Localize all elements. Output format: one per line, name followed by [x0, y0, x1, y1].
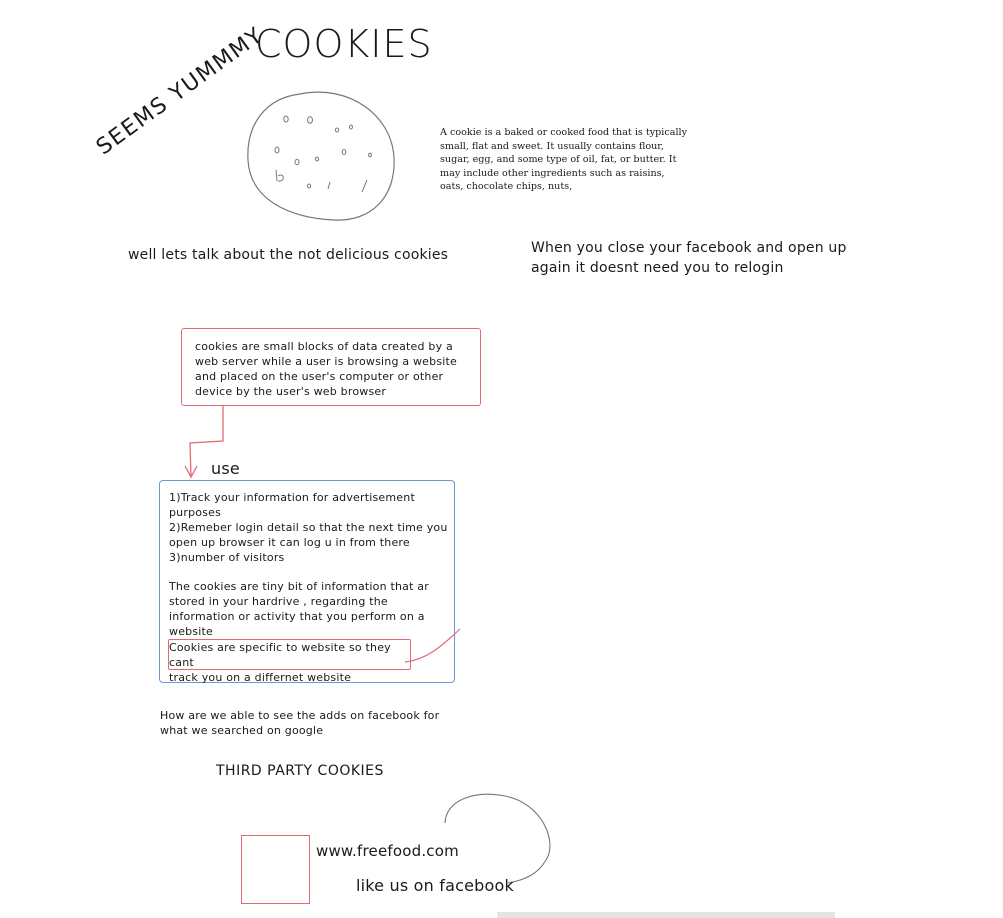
sketch-arc	[444, 793, 551, 884]
definition-text: cookies are small blocks of data created…	[195, 340, 457, 398]
third-party-heading: THIRD PARTY COOKIES	[216, 763, 384, 779]
page-title: COOKIES	[255, 22, 433, 66]
uses-line: 1)Track your information for advertiseme…	[169, 491, 415, 504]
tiny-info-line: information or activity that you perform…	[169, 610, 425, 623]
uses-line: 3)number of visitors	[169, 551, 285, 564]
tiny-info: The cookies are tiny bit of information …	[169, 579, 454, 639]
uses-line: purposes	[169, 506, 222, 519]
ads-question-line: what we searched on google	[160, 724, 324, 737]
tiny-info-line: website	[169, 625, 214, 638]
cookie-drawing	[247, 91, 395, 221]
uses-line: open up browser it can log u in from the…	[169, 536, 410, 549]
ads-question-line: How are we able to see the adds on faceb…	[160, 709, 440, 722]
ads-question: How are we able to see the adds on faceb…	[160, 708, 439, 738]
cookie-chips	[274, 115, 372, 193]
specific-line: track you on a differnet website	[169, 671, 352, 684]
use-label: use	[211, 459, 240, 478]
tiny-info-line: stored in your hardrive , regarding the	[169, 595, 388, 608]
cookie-definition: A cookie is a baked or cooked food that …	[440, 127, 688, 193]
specific-line: Cookies are specific to website so they …	[169, 641, 391, 669]
uses-line: 2)Remeber login detail so that the next …	[169, 521, 448, 534]
specific-box: Cookies are specific to website so they …	[168, 639, 411, 684]
uses-list: 1)Track your information for advertiseme…	[169, 490, 454, 565]
facebook-note: When you close your facebook and open up…	[531, 240, 847, 276]
uses-box: 1)Track your information for advertiseme…	[159, 480, 455, 684]
tiny-info-line: The cookies are tiny bit of information …	[169, 580, 429, 593]
definition-box: cookies are small blocks of data created…	[181, 328, 481, 406]
like-label: like us on facebook	[356, 876, 514, 895]
bottom-shadow	[497, 912, 835, 918]
site-name: www.freefood.com	[316, 842, 459, 860]
site-square	[241, 835, 310, 904]
talk-line: well lets talk about the not delicious c…	[128, 247, 449, 263]
